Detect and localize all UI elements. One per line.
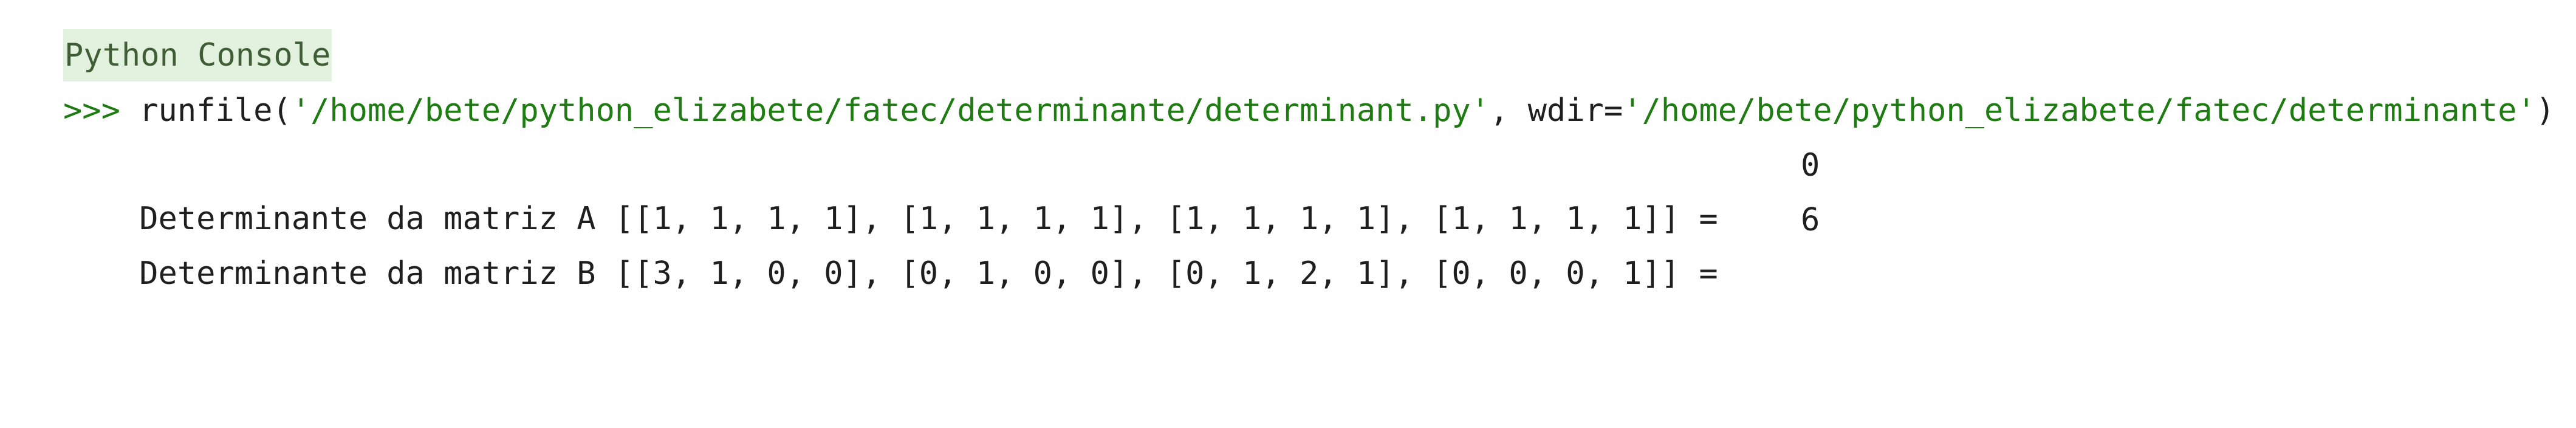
command-line: >>> runfile('/home/bete/python_elizabete… xyxy=(63,84,2555,137)
python-console[interactable]: Python Console >>> runfile('/home/bete/p… xyxy=(0,0,2576,321)
command-func: runfile( xyxy=(139,92,292,129)
output-line-b: Determinante da matriz B [[3, 1, 0, 0], … xyxy=(63,193,1820,292)
output-value-b: 6 xyxy=(1801,202,1820,238)
console-title: Python Console xyxy=(63,29,332,81)
command-separator: , wdir= xyxy=(1490,92,1623,129)
output-value-a: 0 xyxy=(1801,147,1820,184)
command-close: ) xyxy=(2535,92,2555,129)
output-line-a: Determinante da matriz A [[1, 1, 1, 1], … xyxy=(63,139,1820,237)
command-path: '/home/bete/python_elizabete/fatec/deter… xyxy=(291,92,1490,129)
command-wdir: '/home/bete/python_elizabete/fatec/deter… xyxy=(1623,92,2536,129)
prompt-symbol: >>> xyxy=(63,92,120,129)
output-text-b: Determinante da matriz B [[3, 1, 0, 0], … xyxy=(139,255,1718,292)
